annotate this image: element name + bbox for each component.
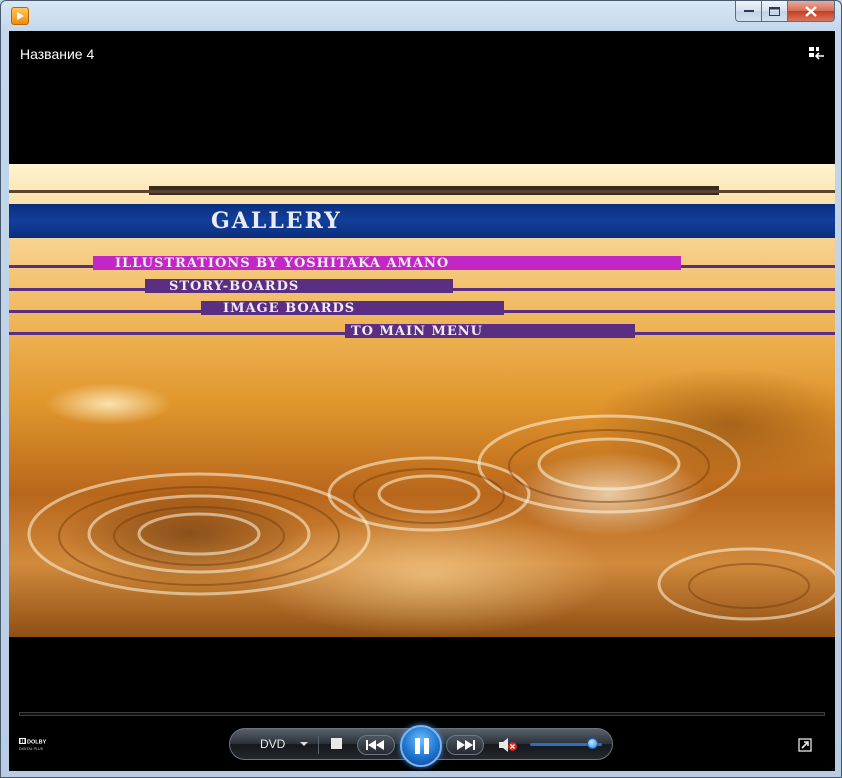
maximize-icon <box>769 6 780 16</box>
svg-text:DOLBY: DOLBY <box>27 740 47 746</box>
menu-heading: GALLERY <box>211 208 342 234</box>
volume-thumb[interactable] <box>587 738 598 749</box>
minimize-button[interactable] <box>735 1 762 22</box>
stop-icon[interactable] <box>331 738 342 749</box>
dolby-digital-logo: DOLBY DIGITAL PLUS <box>19 738 47 751</box>
menu-item-illustrations[interactable]: ILLUSTRATIONS BY YOSHITAKA AMANO <box>115 257 449 271</box>
menu-item-image-boards[interactable]: IMAGE BOARDS <box>223 302 355 316</box>
separator <box>318 736 319 754</box>
pause-button[interactable] <box>400 725 442 767</box>
menu-item-story-boards[interactable]: STORY-BOARDS <box>169 280 299 294</box>
player-window: Название 4 GALLERY ILLUSTRATIONS BY YOSH… <box>0 0 842 778</box>
pause-icon <box>424 738 429 754</box>
player-area[interactable]: Название 4 GALLERY ILLUSTRATIONS BY YOSH… <box>9 31 835 771</box>
next-button[interactable] <box>446 735 484 755</box>
svg-text:DIGITAL PLUS: DIGITAL PLUS <box>19 747 44 751</box>
close-icon <box>805 5 817 17</box>
close-button[interactable] <box>788 1 835 22</box>
title-bar[interactable] <box>1 1 841 31</box>
minimize-icon <box>743 10 754 12</box>
chevron-down-icon[interactable] <box>300 742 308 746</box>
dvd-menu-button[interactable]: DVD <box>260 737 285 751</box>
previous-icon <box>366 740 384 750</box>
now-playing-caption: Название 4 <box>20 46 95 62</box>
decorative-line <box>9 190 835 193</box>
fullscreen-icon[interactable] <box>798 738 812 752</box>
maximize-button[interactable] <box>762 1 788 22</box>
media-player-icon[interactable] <box>11 7 29 25</box>
switch-to-library-icon[interactable] <box>807 45 825 63</box>
menu-item-main-menu[interactable]: TO MAIN MENU <box>351 325 483 339</box>
previous-button[interactable] <box>357 735 395 755</box>
seek-bar[interactable] <box>19 712 825 716</box>
heading-band <box>9 204 835 238</box>
next-icon <box>457 740 475 750</box>
transport-controls: DVD <box>229 725 613 767</box>
pause-icon <box>415 738 420 754</box>
video-frame[interactable]: GALLERY ILLUSTRATIONS BY YOSHITAKA AMANO… <box>9 164 835 637</box>
mute-icon[interactable] <box>498 737 518 753</box>
